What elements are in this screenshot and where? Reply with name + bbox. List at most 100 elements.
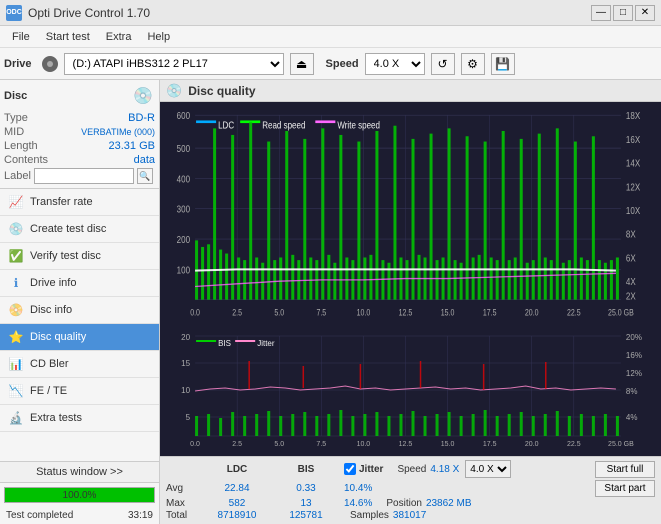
status-time: 33:19	[126, 508, 155, 523]
svg-text:4X: 4X	[626, 276, 636, 287]
drive-select[interactable]: (D:) ATAPI iHBS312 2 PL17	[64, 53, 284, 75]
speed-select-stats[interactable]: 4.0 X	[465, 460, 511, 478]
ldc-col-header: LDC	[202, 464, 272, 475]
title-bar: ODC Opti Drive Control 1.70 — □ ✕	[0, 0, 661, 26]
jitter-checkbox[interactable]	[344, 463, 356, 475]
sidebar-item-disc-quality[interactable]: ⭐ Disc quality	[0, 324, 159, 351]
extra-tests-icon: 🔬	[8, 410, 24, 426]
svg-text:16X: 16X	[626, 134, 641, 145]
svg-text:Read speed: Read speed	[262, 119, 305, 130]
sidebar-item-extra-tests[interactable]: 🔬 Extra tests	[0, 405, 159, 432]
svg-text:20: 20	[181, 333, 190, 342]
sidebar-item-label: CD Bler	[30, 358, 69, 370]
speed-select[interactable]: 4.0 X	[365, 53, 425, 75]
mid-label: MID	[4, 126, 24, 138]
svg-text:15.0: 15.0	[441, 441, 455, 448]
svg-text:22.5: 22.5	[567, 441, 581, 448]
sidebar-item-label: Transfer rate	[30, 196, 93, 208]
menu-help[interactable]: Help	[139, 29, 178, 45]
sidebar: Disc 💿 Type BD-R MID VERBATIMe (000) Len…	[0, 80, 160, 524]
sidebar-item-label: Create test disc	[30, 223, 106, 235]
settings-button[interactable]: ⚙	[461, 53, 485, 75]
close-button[interactable]: ✕	[635, 5, 655, 21]
max-jitter: 14.6%	[344, 498, 372, 509]
jitter-col-header: Jitter	[359, 464, 383, 475]
svg-text:6X: 6X	[626, 252, 636, 263]
sidebar-item-drive-info[interactable]: ℹ Drive info	[0, 270, 159, 297]
svg-text:200: 200	[177, 234, 190, 245]
sidebar-item-create-test-disc[interactable]: 💿 Create test disc	[0, 216, 159, 243]
sidebar-bottom: Status window >> 100.0% Test completed 3…	[0, 461, 159, 524]
svg-text:8X: 8X	[626, 229, 636, 240]
bottom-chart-area: 20 15 10 5 20% 16% 12% 8% 4% 0.0 2.5 5.0…	[160, 326, 661, 456]
sidebar-item-disc-info[interactable]: 📀 Disc info	[0, 297, 159, 324]
svg-text:12.5: 12.5	[399, 308, 413, 318]
svg-text:20%: 20%	[626, 333, 642, 342]
length-label: Length	[4, 140, 38, 152]
drive-icon	[42, 56, 58, 72]
svg-text:10X: 10X	[626, 205, 641, 216]
sidebar-menu: 📈 Transfer rate 💿 Create test disc ✅ Ver…	[0, 189, 159, 461]
start-part-button[interactable]: Start part	[595, 480, 655, 497]
status-window-button[interactable]: Status window >>	[0, 462, 159, 483]
bottom-chart-svg: 20 15 10 5 20% 16% 12% 8% 4% 0.0 2.5 5.0…	[160, 326, 661, 456]
sidebar-item-fe-te[interactable]: 📉 FE / TE	[0, 378, 159, 405]
progress-bar-fill: 100.0%	[5, 488, 154, 502]
disc-panel: Disc 💿 Type BD-R MID VERBATIMe (000) Len…	[0, 80, 159, 189]
svg-text:25.0 GB: 25.0 GB	[608, 308, 634, 318]
main-content: Disc 💿 Type BD-R MID VERBATIMe (000) Len…	[0, 80, 661, 524]
speed-label: Speed	[397, 464, 426, 475]
verify-test-disc-icon: ✅	[8, 248, 24, 264]
svg-text:20.0: 20.0	[525, 308, 539, 318]
svg-text:10: 10	[181, 386, 190, 395]
label-search-button[interactable]: 🔍	[137, 168, 153, 184]
top-chart-area: 600 500 400 300 200 100 18X 16X 14X 12X …	[160, 102, 661, 326]
sidebar-item-cd-bler[interactable]: 📊 CD Bler	[0, 351, 159, 378]
speed-value: 4.18 X	[430, 464, 459, 475]
maximize-button[interactable]: □	[613, 5, 633, 21]
label-label: Label	[4, 170, 31, 182]
svg-text:17.5: 17.5	[483, 441, 497, 448]
content-area: 💿 Disc quality	[160, 80, 661, 524]
svg-text:8%: 8%	[626, 387, 638, 396]
svg-text:20.0: 20.0	[525, 441, 539, 448]
menu-start-test[interactable]: Start test	[38, 29, 98, 45]
menu-file[interactable]: File	[4, 29, 38, 45]
status-text: Test completed	[4, 508, 75, 523]
svg-text:BIS: BIS	[218, 339, 231, 348]
save-button[interactable]: 💾	[491, 53, 515, 75]
app-title: Opti Drive Control 1.70	[28, 6, 150, 20]
disc-quality-title: Disc quality	[188, 84, 255, 98]
sidebar-item-label: FE / TE	[30, 385, 67, 397]
samples-value: 381017	[393, 510, 426, 521]
disc-quality-icon: ⭐	[8, 329, 24, 345]
start-full-button[interactable]: Start full	[595, 461, 655, 478]
svg-text:600: 600	[177, 110, 190, 121]
svg-text:300: 300	[177, 204, 190, 215]
avg-jitter: 10.4%	[344, 483, 372, 494]
menu-bar: File Start test Extra Help	[0, 26, 661, 48]
svg-text:7.5: 7.5	[316, 308, 326, 318]
max-bis: 13	[276, 498, 336, 509]
progress-bar: 100.0%	[4, 487, 155, 503]
svg-text:500: 500	[177, 143, 190, 154]
menu-extra[interactable]: Extra	[98, 29, 140, 45]
speed-label: Speed	[326, 58, 359, 70]
disc-quality-header-icon: 💿	[166, 83, 182, 99]
app-icon-text: ODC	[6, 9, 22, 16]
svg-text:2.5: 2.5	[232, 308, 242, 318]
minimize-button[interactable]: —	[591, 5, 611, 21]
eject-button[interactable]: ⏏	[290, 53, 314, 75]
max-label: Max	[166, 498, 198, 509]
svg-text:14X: 14X	[626, 158, 641, 169]
disc-panel-icon: 💿	[131, 84, 155, 108]
contents-value: data	[134, 154, 155, 166]
sidebar-item-transfer-rate[interactable]: 📈 Transfer rate	[0, 189, 159, 216]
sidebar-item-label: Disc quality	[30, 331, 86, 343]
progress-text: 100.0%	[63, 490, 97, 501]
sidebar-item-label: Disc info	[30, 304, 72, 316]
label-input[interactable]	[34, 168, 134, 184]
length-value: 23.31 GB	[109, 140, 155, 152]
refresh-button[interactable]: ↺	[431, 53, 455, 75]
sidebar-item-verify-test-disc[interactable]: ✅ Verify test disc	[0, 243, 159, 270]
